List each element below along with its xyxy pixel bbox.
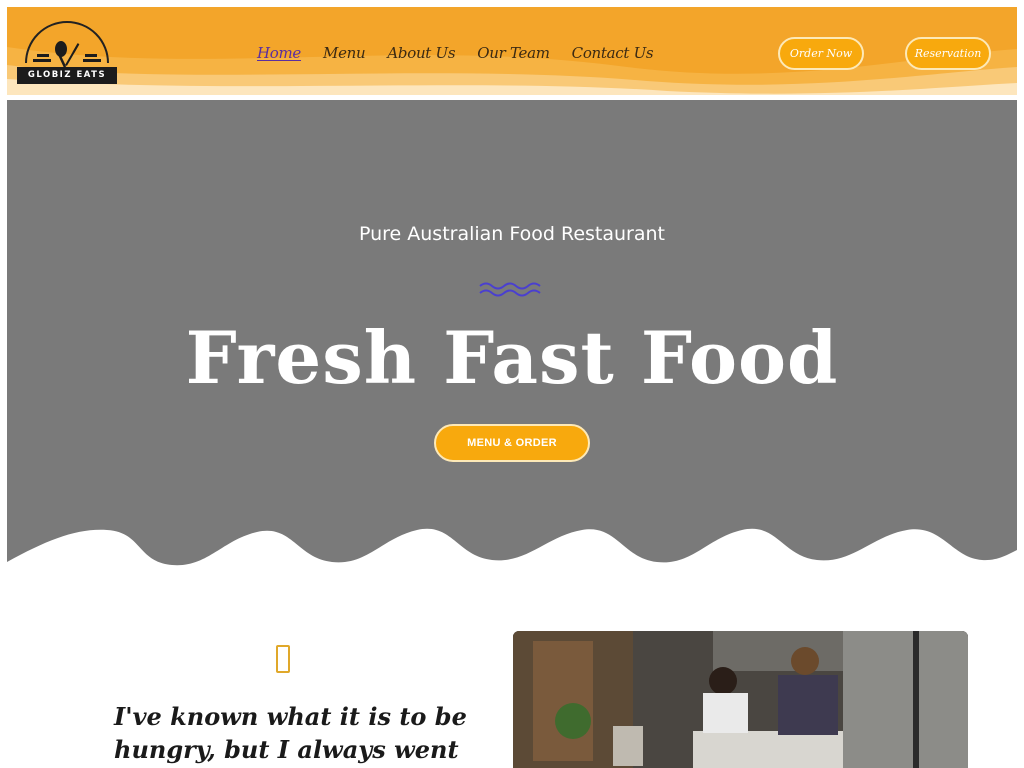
testimonial-quote: I've known what it is to be hungry, but … bbox=[114, 702, 467, 764]
wavy-divider-icon bbox=[479, 282, 541, 297]
hero-title: Fresh Fast Food bbox=[185, 315, 839, 400]
restaurant-photo bbox=[513, 631, 968, 768]
site-logo[interactable]: GLOBIZ EATS bbox=[17, 21, 117, 84]
logo-text: GLOBIZ EATS bbox=[17, 67, 117, 84]
nav-item-contact-us[interactable]: Contact Us bbox=[572, 39, 654, 67]
order-now-button[interactable]: Order Now bbox=[778, 37, 864, 70]
nav-item-about-us[interactable]: About Us bbox=[387, 39, 455, 67]
site-header: GLOBIZ EATS Home Menu About Us Our Team … bbox=[7, 7, 1017, 95]
main-nav: Home Menu About Us Our Team Contact Us bbox=[257, 39, 675, 67]
menu-order-button[interactable]: MENU & ORDER bbox=[434, 424, 590, 462]
reservation-button[interactable]: Reservation bbox=[905, 37, 991, 70]
hero-bottom-wave bbox=[7, 528, 1017, 570]
nav-item-home[interactable]: Home bbox=[257, 39, 301, 67]
nav-item-menu[interactable]: Menu bbox=[323, 39, 366, 67]
hero-section: Pure Australian Food Restaurant Fresh Fa… bbox=[7, 100, 1017, 570]
nav-item-our-team[interactable]: Our Team bbox=[477, 39, 550, 67]
fork-spoon-knife-icon bbox=[33, 41, 101, 68]
quote-icon bbox=[276, 645, 290, 673]
hero-subtitle: Pure Australian Food Restaurant bbox=[358, 223, 666, 245]
